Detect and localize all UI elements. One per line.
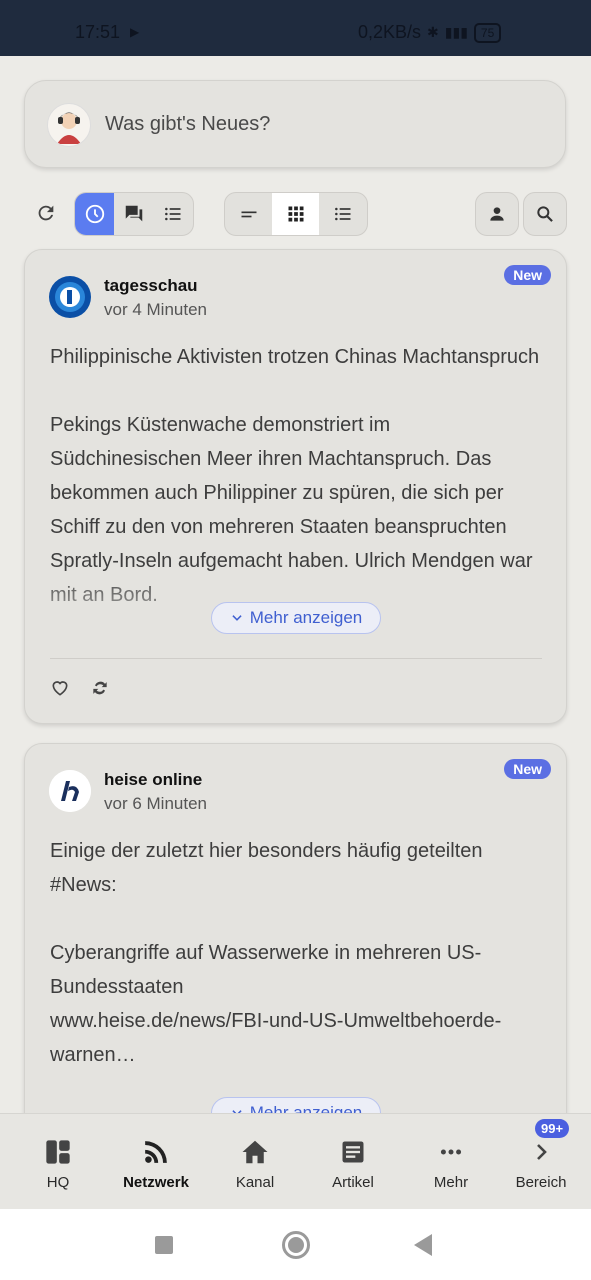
nav-label: Mehr	[433, 1174, 469, 1191]
post-card[interactable]: tagesschau vor 4 Minuten New Philippinis…	[24, 249, 567, 724]
nav-label: Netzwerk	[123, 1174, 189, 1191]
play-icon: ▶	[130, 25, 140, 39]
new-badge: New	[504, 759, 551, 779]
notification-badge: 99+	[535, 1119, 570, 1138]
rss-icon	[145, 1141, 167, 1163]
list-icon	[334, 207, 350, 221]
refresh-icon	[38, 205, 54, 221]
home-icon	[242, 1140, 268, 1164]
bluetooth-icon: ✱	[427, 24, 439, 40]
clock-icon	[85, 204, 104, 224]
nav-label: Kanal	[235, 1174, 275, 1191]
author-name[interactable]: heise online	[104, 770, 202, 790]
chevron-right-icon	[537, 1144, 547, 1160]
nav-hq[interactable]: HQ	[13, 1136, 103, 1191]
article-icon	[342, 1141, 364, 1163]
author-name[interactable]: tagesschau	[104, 276, 198, 296]
grid-icon	[288, 206, 303, 222]
author-avatar[interactable]	[49, 770, 91, 812]
status-time: 17:51	[75, 22, 121, 42]
home-button[interactable]	[282, 1231, 310, 1259]
list-icon	[164, 207, 180, 221]
new-badge: New	[504, 265, 551, 285]
signal-icon: ▮▮▮	[444, 24, 468, 40]
post-body: Einige der zuletzt hier besonders häufig…	[50, 834, 545, 1072]
layout-toggle	[224, 192, 368, 236]
author-avatar[interactable]	[49, 276, 91, 318]
mode-list-button[interactable]	[153, 193, 192, 235]
post-title: Einige der zuletzt hier besonders häufig…	[50, 840, 483, 896]
nav-label: Artikel	[332, 1174, 374, 1191]
compose-placeholder[interactable]: Was gibt's Neues?	[105, 113, 270, 136]
search-button[interactable]	[523, 192, 567, 236]
show-more-label: Mehr anzeigen	[249, 608, 363, 627]
chevron-down-icon	[232, 615, 242, 621]
dashboard-icon	[46, 1140, 70, 1164]
battery-indicator: 75	[473, 22, 502, 43]
refresh-button[interactable]	[30, 192, 62, 234]
post-actions	[50, 678, 110, 698]
user-avatar[interactable]	[47, 103, 91, 147]
nav-label: HQ	[46, 1174, 70, 1191]
mode-latest-button[interactable]	[75, 193, 114, 235]
nav-label: Bereich	[515, 1174, 567, 1191]
layout-compact-button[interactable]	[225, 193, 272, 235]
feed-toolbar	[0, 192, 591, 236]
mode-conversations-button[interactable]	[114, 193, 153, 235]
back-button[interactable]	[414, 1234, 432, 1256]
status-right: 0,2KB/s ✱ ▮▮▮ 75	[358, 22, 502, 43]
layout-grid-button[interactable]	[272, 193, 319, 235]
network-speed: 0,2KB/s	[358, 22, 422, 42]
profile-filter-button[interactable]	[475, 192, 519, 236]
nav-bereich[interactable]: Bereich	[496, 1136, 586, 1191]
divider	[50, 658, 542, 659]
feed-mode-toggle	[74, 192, 194, 236]
post-card[interactable]: heise online vor 6 Minuten New Einige de…	[24, 743, 567, 1145]
show-more-button[interactable]: Mehr anzeigen	[211, 602, 381, 634]
recents-button[interactable]	[155, 1236, 173, 1254]
more-icon	[440, 1149, 462, 1155]
compose-box[interactable]: Was gibt's Neues?	[24, 80, 566, 168]
post-time[interactable]: vor 6 Minuten	[104, 794, 207, 814]
nav-artikel[interactable]: Artikel	[308, 1136, 398, 1191]
nav-kanal[interactable]: Kanal	[210, 1136, 300, 1191]
short-lines-icon	[241, 211, 256, 218]
post-link[interactable]: www.heise.de/news/FBI-und-US-Umweltbehoe…	[50, 1004, 545, 1072]
layout-list-button[interactable]	[319, 193, 366, 235]
post-time[interactable]: vor 4 Minuten	[104, 300, 207, 320]
repost-icon[interactable]	[90, 678, 110, 698]
nav-mehr[interactable]: Mehr	[406, 1136, 496, 1191]
post-text: Cyberangriffe auf Wasserwerke in mehrere…	[50, 942, 482, 998]
post-title: Philippinische Aktivisten trotzen Chinas…	[50, 346, 540, 368]
status-bar: 17:51 ▶ 0,2KB/s ✱ ▮▮▮ 75	[0, 0, 591, 56]
bottom-navigation: HQ Netzwerk Kanal Artikel Mehr Bereich	[0, 1113, 591, 1210]
system-navigation	[0, 1209, 591, 1280]
search-icon	[537, 206, 553, 222]
chat-icon	[125, 205, 142, 222]
like-icon[interactable]	[50, 678, 70, 698]
nav-netzwerk[interactable]: Netzwerk	[111, 1136, 201, 1191]
person-icon	[490, 207, 504, 221]
